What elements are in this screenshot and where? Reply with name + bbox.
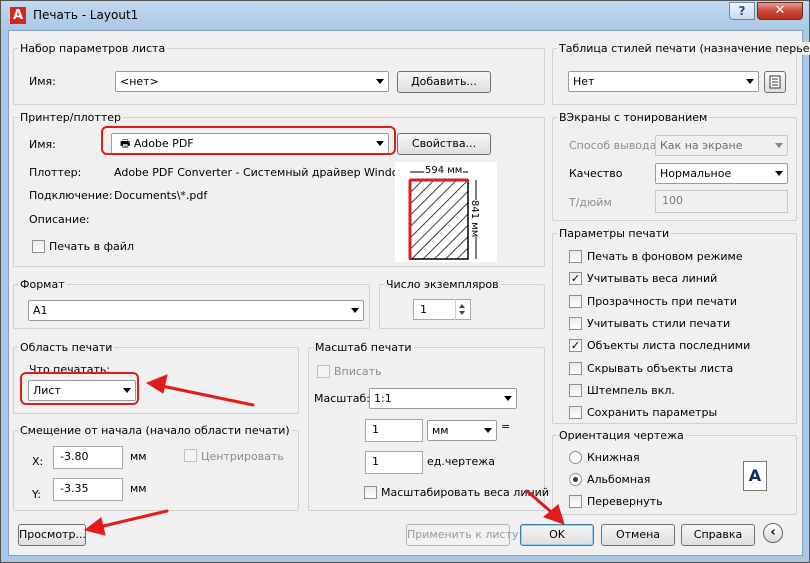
autocad-app-icon: A	[10, 7, 26, 24]
title-bar[interactable]: A Печать - Layout1 ? ✕	[1, 1, 809, 31]
print-dialog: A Печать - Layout1 ? ✕ Набор параметров …	[0, 0, 810, 563]
dialog-body: Набор параметров листа Имя: <нет> Добави…	[8, 30, 810, 556]
close-button[interactable]: ✕	[757, 2, 803, 20]
annotation-arrows	[83, 374, 565, 536]
window-title: Печать - Layout1	[33, 8, 139, 22]
help-button[interactable]: ?	[729, 2, 755, 20]
